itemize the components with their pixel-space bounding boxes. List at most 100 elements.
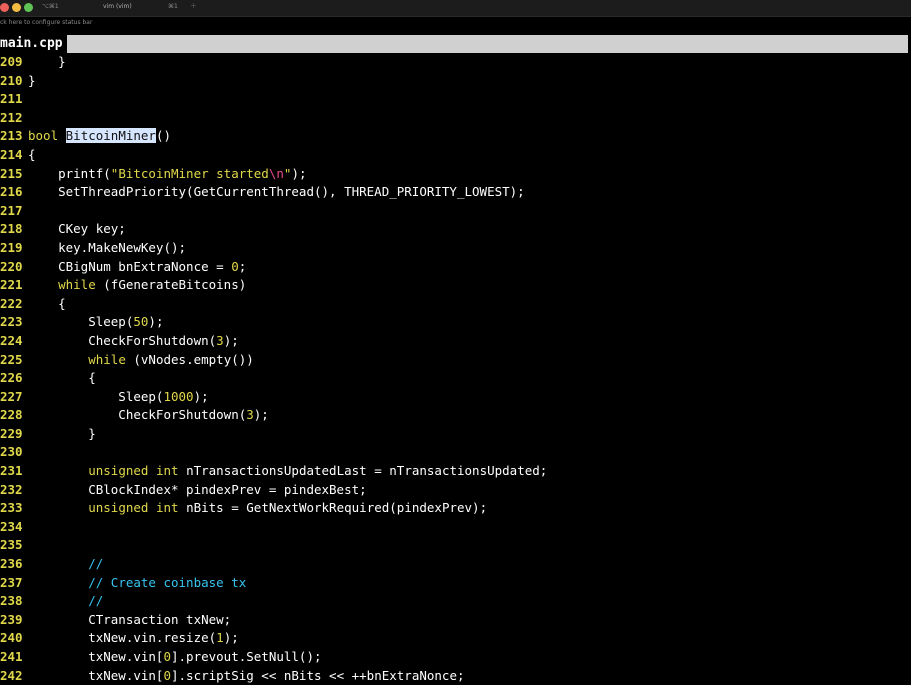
line-number: 215 [0,165,23,181]
line-number: 231 [0,463,23,479]
code-line[interactable]: 226 { [0,369,911,388]
code-line[interactable]: 235 [0,536,911,555]
code-line[interactable]: 231 unsigned int nTransactionsUpdatedLas… [0,462,911,481]
code-line-text[interactable]: { [28,295,66,314]
minimize-window-button[interactable] [12,3,21,12]
code-line-text[interactable]: Sleep(1000); [28,388,208,407]
code-line[interactable]: 223 Sleep(50); [0,313,911,332]
line-number: 216 [0,184,23,200]
line-number: 210 [0,72,23,88]
code-editor[interactable]: 209 } 210} 211 212 213 bool BitcoinMiner() 214… [0,53,911,685]
code-line-text[interactable]: SetThreadPriority(GetCurrentThread(), TH… [28,183,525,202]
code-line-text[interactable]: CheckForShutdown(3); [28,332,239,351]
configure-status-bar-link[interactable]: ck here to configure status bar [0,19,92,26]
code-line[interactable]: 225 while (vNodes.empty()) [0,351,911,370]
code-line[interactable]: 218 CKey key; [0,220,911,239]
line-number: 240 [0,630,23,646]
line-number: 228 [0,407,23,423]
code-line-text[interactable]: CheckForShutdown(3); [28,406,269,425]
line-number: 226 [0,370,23,386]
code-line-text[interactable]: key.MakeNewKey(); [28,239,186,258]
code-line[interactable]: 234 [0,518,911,537]
line-number: 229 [0,425,23,441]
code-line[interactable]: 241 txNew.vin[0].prevout.SetNull(); [0,648,911,667]
code-line[interactable]: 222 { [0,295,911,314]
line-number: 221 [0,277,23,293]
line-number: 234 [0,518,23,534]
code-line[interactable]: 211 [0,90,911,109]
code-line-text[interactable]: txNew.vin.resize(1); [28,629,239,648]
code-line[interactable]: 209 } [0,53,911,72]
code-line[interactable]: 240 txNew.vin.resize(1); [0,629,911,648]
line-number: 227 [0,388,23,404]
code-line[interactable]: 239 CTransaction txNew; [0,611,911,630]
line-number: 223 [0,314,23,330]
code-line-text[interactable]: while (fGenerateBitcoins) [28,276,246,295]
code-line-text[interactable]: } [28,53,66,72]
code-line[interactable]: 220 CBigNum bnExtraNonce = 0; [0,258,911,277]
code-line[interactable]: 215 printf("BitcoinMiner started\n"); [0,165,911,184]
line-number: 230 [0,444,23,460]
zoom-window-button[interactable] [24,3,33,12]
line-number: 232 [0,481,23,497]
code-line[interactable]: 216 SetThreadPriority(GetCurrentThread()… [0,183,911,202]
tab-shortcut-label-2: ⌘1 [168,3,178,10]
line-number: 220 [0,258,23,274]
code-line-text[interactable]: CBlockIndex* pindexPrev = pindexBest; [28,481,366,500]
code-line-text[interactable]: txNew.vin[0].prevout.SetNull(); [28,648,321,667]
code-line[interactable]: 237 // Create coinbase tx [0,574,911,593]
window-titlebar: ⌥⌘1 vim (vim) ⌘1 + [0,0,911,17]
code-line-text[interactable]: unsigned int nTransactionsUpdatedLast = … [28,462,547,481]
code-line-text[interactable]: printf("BitcoinMiner started\n"); [28,165,306,184]
tab-vim[interactable]: vim (vim) [103,3,132,10]
buffer-tabline: main.cpp [0,35,911,53]
line-number: 214 [0,146,23,162]
code-line-text[interactable]: // [28,555,103,574]
code-line[interactable]: 233 unsigned int nBits = GetNextWorkRequ… [0,499,911,518]
code-line-text[interactable]: bool BitcoinMiner() [28,127,171,146]
line-number: 236 [0,556,23,572]
code-line-text[interactable]: } [28,425,96,444]
code-line-text[interactable]: unsigned int nBits = GetNextWorkRequired… [28,499,487,518]
code-line-text[interactable]: // [28,592,103,611]
line-number: 233 [0,500,23,516]
line-number: 209 [0,54,23,69]
code-line[interactable]: 229 } [0,425,911,444]
code-line-text[interactable]: { [28,146,36,165]
code-line[interactable]: 213 bool BitcoinMiner() [0,127,911,146]
code-line[interactable]: 219 key.MakeNewKey(); [0,239,911,258]
code-line-text[interactable]: { [28,369,96,388]
buffer-name[interactable]: main.cpp [0,35,67,53]
code-line[interactable]: 214 { [0,146,911,165]
code-line[interactable]: 230 [0,443,911,462]
code-line-text[interactable]: } [28,72,36,91]
code-line-text[interactable]: // Create coinbase tx [28,574,246,593]
code-line[interactable]: 236 // [0,555,911,574]
code-line-text[interactable]: Sleep(50); [28,313,163,332]
code-line[interactable]: 212 [0,109,911,128]
code-line[interactable]: 224 CheckForShutdown(3); [0,332,911,351]
new-tab-button[interactable]: + [190,1,197,10]
code-line[interactable]: 221 while (fGenerateBitcoins) [0,276,911,295]
line-number: 213 [0,128,23,144]
line-number: 217 [0,202,23,218]
code-line[interactable]: 232 CBlockIndex* pindexPrev = pindexBest… [0,481,911,500]
line-number: 218 [0,221,23,237]
line-number: 219 [0,239,23,255]
code-line-text[interactable]: CTransaction txNew; [28,611,231,630]
code-line[interactable]: 227 Sleep(1000); [0,388,911,407]
close-window-button[interactable] [0,3,9,12]
code-line[interactable]: 217 [0,202,911,221]
code-line-text[interactable]: CBigNum bnExtraNonce = 0; [28,258,246,277]
code-line[interactable]: 238 // [0,592,911,611]
line-number: 224 [0,332,23,348]
code-line[interactable]: 210} [0,72,911,91]
tabline-fill [67,35,908,53]
line-number: 241 [0,649,23,664]
code-line-text[interactable]: while (vNodes.empty()) [28,351,254,370]
line-number: 211 [0,91,23,107]
code-line[interactable]: 228 CheckForShutdown(3); [0,406,911,425]
line-number: 238 [0,593,23,609]
code-line-text[interactable]: CKey key; [28,220,126,239]
line-number: 235 [0,537,23,553]
